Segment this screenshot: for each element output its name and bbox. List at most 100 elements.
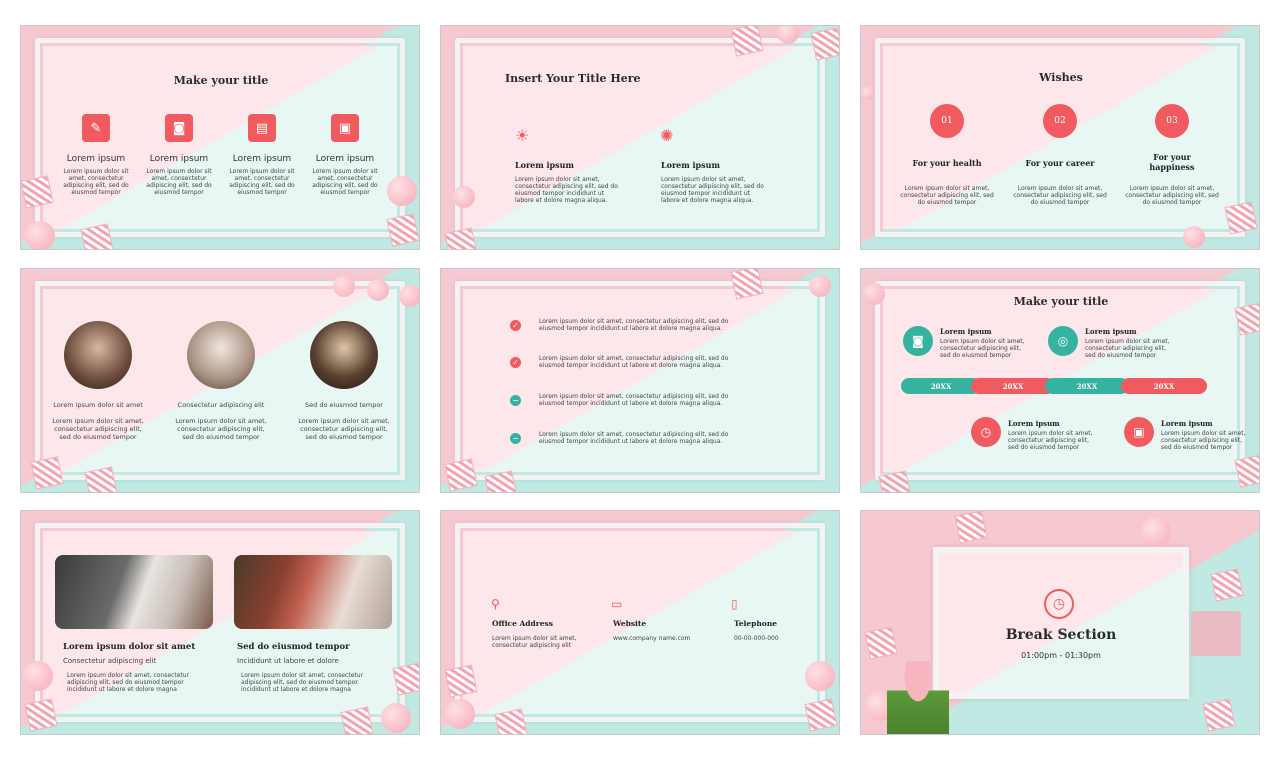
heart-decoration [863,283,885,305]
number-badge: 01 [930,104,964,138]
list-item-text: Lorem ipsum dolor sit amet, consectetur … [539,393,729,407]
item-label: Lorem ipsum [1085,327,1137,336]
slide-thumbnail-8[interactable]: ⚲ ▭ ▯ Office Address Website Telephone L… [440,510,840,735]
camera-icon: ◙ [903,326,933,356]
gift-decoration [386,213,419,247]
item-label: For your health [912,158,982,168]
item-text: Lorem ipsum dolor sit amet, consectetur a… [1125,185,1219,206]
lightbulb-icon: ☀ [515,126,530,145]
gift-decoration [340,706,374,734]
photo-caption: Consectetur adipiscing elit [177,401,265,409]
gift-decoration [80,223,114,249]
gift-decoration [1224,201,1258,235]
check-icon: ✓ [510,357,521,368]
gift-decoration [954,511,988,544]
slide-thumbnail-5[interactable]: ✓ ✓ − − Lorem ipsum dolor sit amet, cons… [440,268,840,493]
item-label: Lorem ipsum [1161,419,1213,428]
timeline-pill: 20XX [1045,378,1129,394]
contact-label: Office Address [492,619,553,628]
gift-decoration [864,626,898,660]
center-frame [933,547,1189,699]
clock-icon: ◷ [971,417,1001,447]
phone-icon: ▯ [731,597,738,611]
slide-thumbnail-7[interactable]: Lorem ipsum dolor sit amet Sed do eiusmo… [20,510,420,735]
heart-decoration [23,661,53,691]
heart-decoration [399,285,419,307]
column-text: Lorem ipsum dolor sit amet, consectetur a… [67,672,190,693]
item-text: Lorem ipsum dolor sit amet, consectetur a… [515,176,618,204]
item-label: Lorem ipsum [661,160,720,170]
number-badge: 03 [1155,104,1189,138]
timeline-pill: 20XX [971,378,1055,394]
heart-decoration [333,275,355,297]
item-text: Lorem ipsum dolor sit amet, consectetur ad… [312,168,378,196]
photo-icon: ▣ [1124,417,1154,447]
heart-decoration [809,275,831,297]
item-label: Lorem ipsum [515,160,574,170]
heart-decoration [387,176,417,206]
slide-title: Make your title [1013,295,1109,308]
column-heading: Lorem ipsum dolor sit amet [63,642,196,652]
slide-thumbnail-1[interactable]: Make your title ✎ ◙ ▤ ▣ Lorem ipsum Lore… [20,25,420,250]
item-label: Lorem ipsum [232,154,292,164]
column-sub: Incididunt ut labore et dolore [237,657,339,665]
item-text: Lorem ipsum dolor sit amet, consectetur a… [52,417,144,441]
list-item-text: Lorem ipsum dolor sit amet, consectetur … [539,431,729,445]
photo-caption: Sed do eiusmod tempor [305,401,383,409]
item-text: Lorem ipsum dolor sit amet, consectetur ad… [229,168,295,196]
map-pin-icon: ⚲ [491,597,500,611]
item-text: Lorem ipsum dolor sit amet, consectetur a… [661,176,764,204]
contact-label: Website [613,619,647,628]
column-text: Lorem ipsum dolor sit amet, consectetur a… [241,672,364,693]
slide-thumbnail-3[interactable]: Wishes 01 02 03 For your health For your… [860,25,1260,250]
slide-thumbnail-2[interactable]: Insert Your Title Here ☀ ✺ Lorem ipsum L… [440,25,840,250]
heart-decoration [445,699,475,729]
item-text: Lorem ipsum dolor sit amet, consectetur a… [1161,430,1246,451]
gift-decoration [24,698,58,732]
gift-decoration [1234,302,1259,336]
minus-icon: − [510,433,521,444]
contact-value: Lorem ipsum dolor sit amet, consectetur a… [492,635,577,649]
gift-decoration [1202,698,1236,732]
timeline-pill: 20XX [1121,378,1207,394]
item-text: Lorem ipsum dolor sit amet, consectetur a… [900,185,994,206]
item-text: Lorem ipsum dolor sit amet, consectetur a… [1013,185,1107,206]
number-badge: 02 [1043,104,1077,138]
list-item-text: Lorem ipsum dolor sit amet, consectetur … [539,355,729,369]
fireworks-icon: ✺ [660,126,674,145]
wedding-photo [64,321,132,389]
item-text: Lorem ipsum dolor sit amet, consectetur a… [1008,430,1093,451]
wedding-photo [187,321,255,389]
slide-thumbnail-6[interactable]: Make your title ◙ ◎ ◷ ▣ Lorem ipsum Lore… [860,268,1260,493]
basketball-icon: ◎ [1048,326,1078,356]
heart-decoration [25,221,55,249]
photo-caption: Lorem ipsum dolor sit amet [53,401,143,409]
heart-decoration [861,86,875,100]
heart-decoration [367,279,389,301]
item-text: Lorem ipsum dolor sit amet, consectetur a… [1085,338,1170,359]
wedding-photo [310,321,378,389]
item-label: Lorem ipsum [149,154,209,164]
gift-decoration [444,664,478,698]
list-item-text: Lorem ipsum dolor sit amet, consectetur … [539,318,729,332]
camera-icon: ◙ [165,114,193,142]
item-label: For your happiness [1149,152,1195,172]
slide-thumbnail-9[interactable]: ◷ Break Section 01:00pm - 01:30pm [860,510,1260,735]
gift-decoration [804,698,838,732]
contact-value: 00-00-000-000 [734,635,779,642]
item-label: Lorem ipsum [66,154,126,164]
timeline-pill: 20XX [901,378,981,394]
heart-decoration [1183,226,1205,248]
gift-decoration [30,456,64,490]
clock-icon: ◷ [1044,589,1074,619]
gift-decoration [810,27,839,61]
champagne-decoration [1191,611,1241,701]
minus-icon: − [510,395,521,406]
item-text: Lorem ipsum dolor sit amet, consectetur ad… [146,168,212,196]
slide-title: Make your title [173,74,269,87]
slide-thumbnail-4[interactable]: Lorem ipsum dolor sit amet Consectetur a… [20,268,420,493]
item-text: Lorem ipsum dolor sit amet, consectetur a… [940,338,1025,359]
heart-decoration [1141,517,1171,547]
pen-icon: ✎ [82,114,110,142]
gift-decoration [494,708,528,734]
